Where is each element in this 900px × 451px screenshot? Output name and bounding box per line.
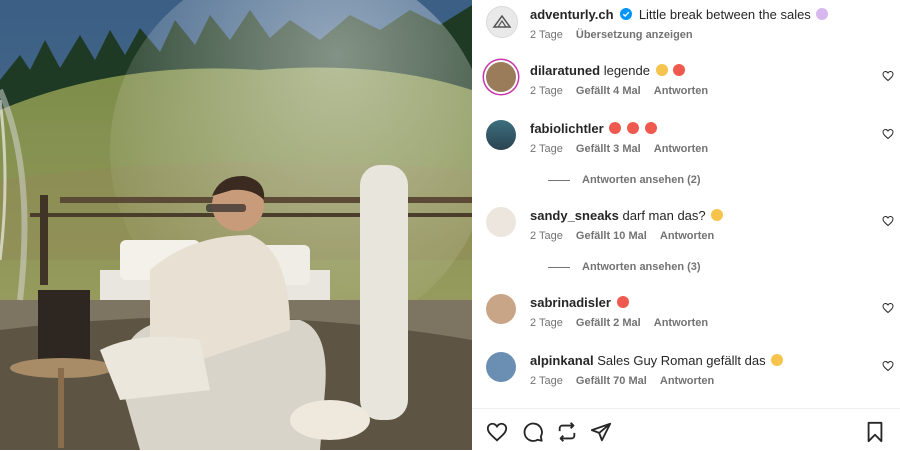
comments-panel: adventurly.ch Little break between the s… [472,0,900,450]
comment-username[interactable]: sabrinadisler [530,295,611,310]
share-icon[interactable] [590,421,612,443]
post-photo-illustration [0,0,472,450]
heart-icon[interactable] [882,302,894,314]
comment-likes[interactable]: Gefällt 10 Mal [576,230,647,242]
smiling-hearts-emoji-icon [771,354,784,366]
raising-hands-emoji-icon [655,64,668,76]
heart-icon[interactable] [882,215,894,227]
comment-time[interactable]: 2 Tage [530,375,563,387]
star-struck-emoji-icon [609,122,622,134]
view-replies-label: Antworten ansehen (2) [582,174,701,186]
comment-username[interactable]: fabiolichtler [530,121,604,136]
comment-time[interactable]: 2 Tage [530,230,563,242]
comment-username[interactable]: alpinkanal [530,353,594,368]
caption-username[interactable]: adventurly.ch [530,7,614,22]
commenter-avatar[interactable] [486,207,516,237]
comment-text: legende [603,63,650,78]
reply-button[interactable]: Antworten [660,375,714,387]
star-struck-emoji-icon [616,296,629,308]
author-avatar[interactable] [486,6,518,38]
bookmark-icon[interactable] [864,421,886,443]
view-replies-label: Antworten ansehen (3) [582,261,701,273]
mountain-logo-icon [492,14,512,28]
repost-icon[interactable] [556,421,578,443]
like-heart-icon[interactable] [486,421,508,443]
view-replies-button[interactable]: Antworten ansehen (3) [548,261,701,273]
heart-icon[interactable] [882,360,894,372]
comment-username[interactable]: dilaratuned [530,63,600,78]
reply-button[interactable]: Antworten [654,317,708,329]
star-struck-emoji-icon [626,122,639,134]
commenter-avatar[interactable] [486,352,516,382]
comment-likes[interactable]: Gefällt 3 Mal [576,143,641,155]
caption-text: Little break between the sales [638,7,811,22]
comment-likes[interactable]: Gefällt 4 Mal [576,85,641,97]
comment-text: Sales Guy Roman gefällt das [597,353,766,368]
view-replies-button[interactable]: Antworten ansehen (2) [548,174,701,186]
star-struck-emoji-icon [644,122,657,134]
post-image [0,0,472,450]
commenter-avatar[interactable] [486,62,516,92]
verified-badge-icon [620,8,633,20]
caption-time[interactable]: 2 Tage [530,29,563,41]
reply-button[interactable]: Antworten [654,85,708,97]
comment-icon[interactable] [522,421,544,443]
commenter-avatar[interactable] [486,120,516,150]
comment-text: darf man das? [622,208,706,223]
star-struck-emoji-icon [673,64,686,76]
reply-button[interactable]: Antworten [660,230,714,242]
comment-username[interactable]: sandy_sneaks [530,208,619,223]
comment-likes[interactable]: Gefällt 70 Mal [576,375,647,387]
comment-likes[interactable]: Gefällt 2 Mal [576,317,641,329]
heart-icon[interactable] [882,128,894,140]
replies-divider [548,179,570,181]
commenter-avatar[interactable] [486,294,516,324]
comment-time[interactable]: 2 Tage [530,85,563,97]
face-with-monocle-emoji-icon [711,209,724,221]
translate-link[interactable]: Übersetzung anzeigen [576,29,693,41]
heart-icon[interactable] [882,70,894,82]
post-action-bar [472,408,900,451]
comment-time[interactable]: 2 Tage [530,317,563,329]
replies-divider [548,266,570,268]
sparkle-emoji-icon [816,8,829,20]
reply-button[interactable]: Antworten [654,143,708,155]
comment-time[interactable]: 2 Tage [530,143,563,155]
